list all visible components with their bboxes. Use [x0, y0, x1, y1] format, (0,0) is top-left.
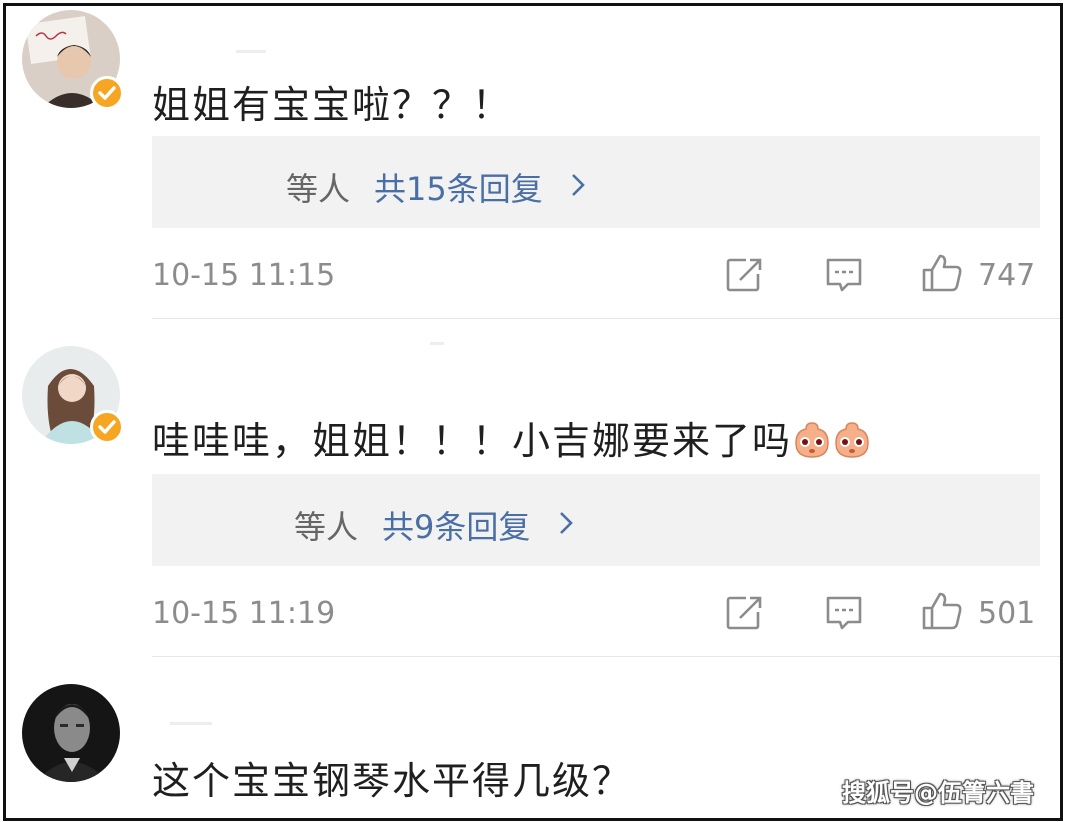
username-placeholder [170, 722, 212, 725]
like-count: 501 [978, 596, 1036, 631]
verified-badge-icon [90, 76, 124, 110]
chevron-right-icon [558, 510, 574, 540]
comment-icon[interactable] [824, 594, 864, 638]
divider [152, 656, 1060, 657]
repost-icon[interactable] [724, 594, 764, 636]
comment-text: 姐姐有宝宝啦？？！ [152, 83, 513, 127]
repost-icon[interactable] [724, 256, 764, 298]
replies-box[interactable]: 等人 共9条回复 [152, 474, 1040, 566]
replies-count-link[interactable]: 共15条回复 [374, 164, 543, 210]
username-placeholder [236, 50, 266, 53]
chevron-right-icon [570, 172, 586, 202]
comment-text: 这个宝宝钢琴水平得几级？ [152, 759, 633, 803]
cute-face-emoji [832, 420, 872, 469]
cute-face-emoji [792, 420, 832, 469]
thumbs-up-icon[interactable] [920, 590, 964, 636]
replies-count-link[interactable]: 共9条回复 [382, 502, 530, 548]
avatar[interactable] [22, 684, 120, 782]
username-placeholder [430, 342, 444, 345]
divider [152, 318, 1060, 319]
thumbs-up-icon[interactable] [920, 252, 964, 298]
like-count: 747 [978, 258, 1036, 293]
comment-time: 10-15 11:19 [152, 596, 336, 631]
comment-icon[interactable] [824, 256, 864, 300]
verified-badge-icon [90, 410, 124, 444]
comment-text: 哇哇哇，姐姐！！！小吉娜要来了吗 [152, 410, 872, 469]
replies-box[interactable]: 等人 共15条回复 [152, 136, 1040, 228]
comment-list: 姐姐有宝宝啦？？！ 等人 共15条回复 10-15 11:15 747 哇哇哇，… [3, 3, 1063, 821]
comment-text-body: 哇哇哇，姐姐！！！小吉娜要来了吗 [152, 419, 793, 463]
replies-users: 等人 [294, 508, 359, 546]
comment-time: 10-15 11:15 [152, 258, 336, 293]
replies-users: 等人 [286, 170, 351, 208]
watermark: 搜狐号@伍箐六書 [842, 779, 1034, 807]
